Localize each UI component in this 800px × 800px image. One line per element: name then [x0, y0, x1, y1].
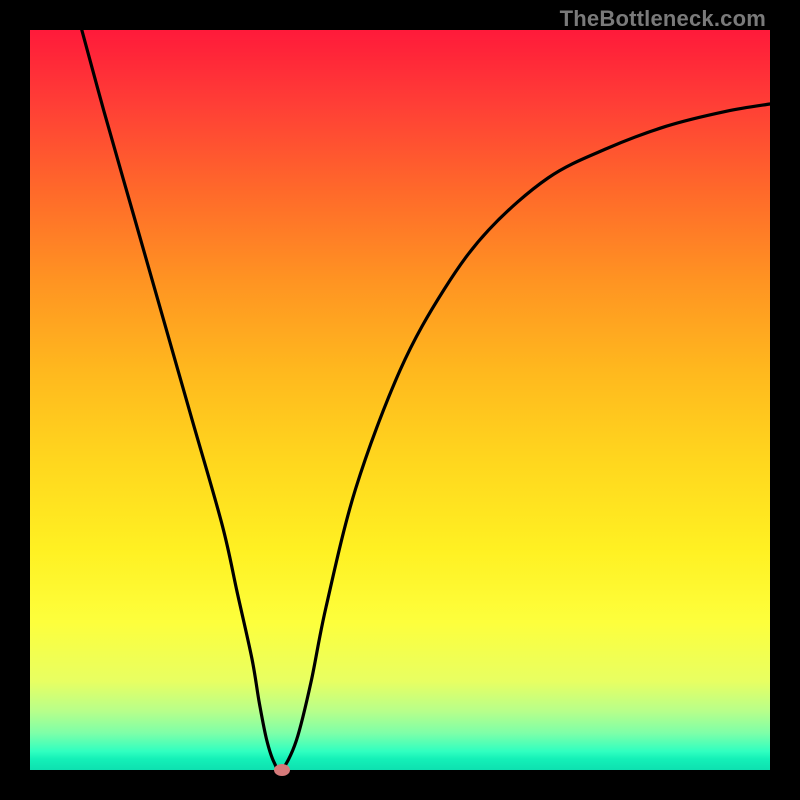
bottleneck-curve: [30, 30, 770, 770]
chart-frame: TheBottleneck.com: [0, 0, 800, 800]
optimum-marker: [274, 764, 290, 776]
plot-area: [30, 30, 770, 770]
watermark-text: TheBottleneck.com: [560, 6, 766, 32]
